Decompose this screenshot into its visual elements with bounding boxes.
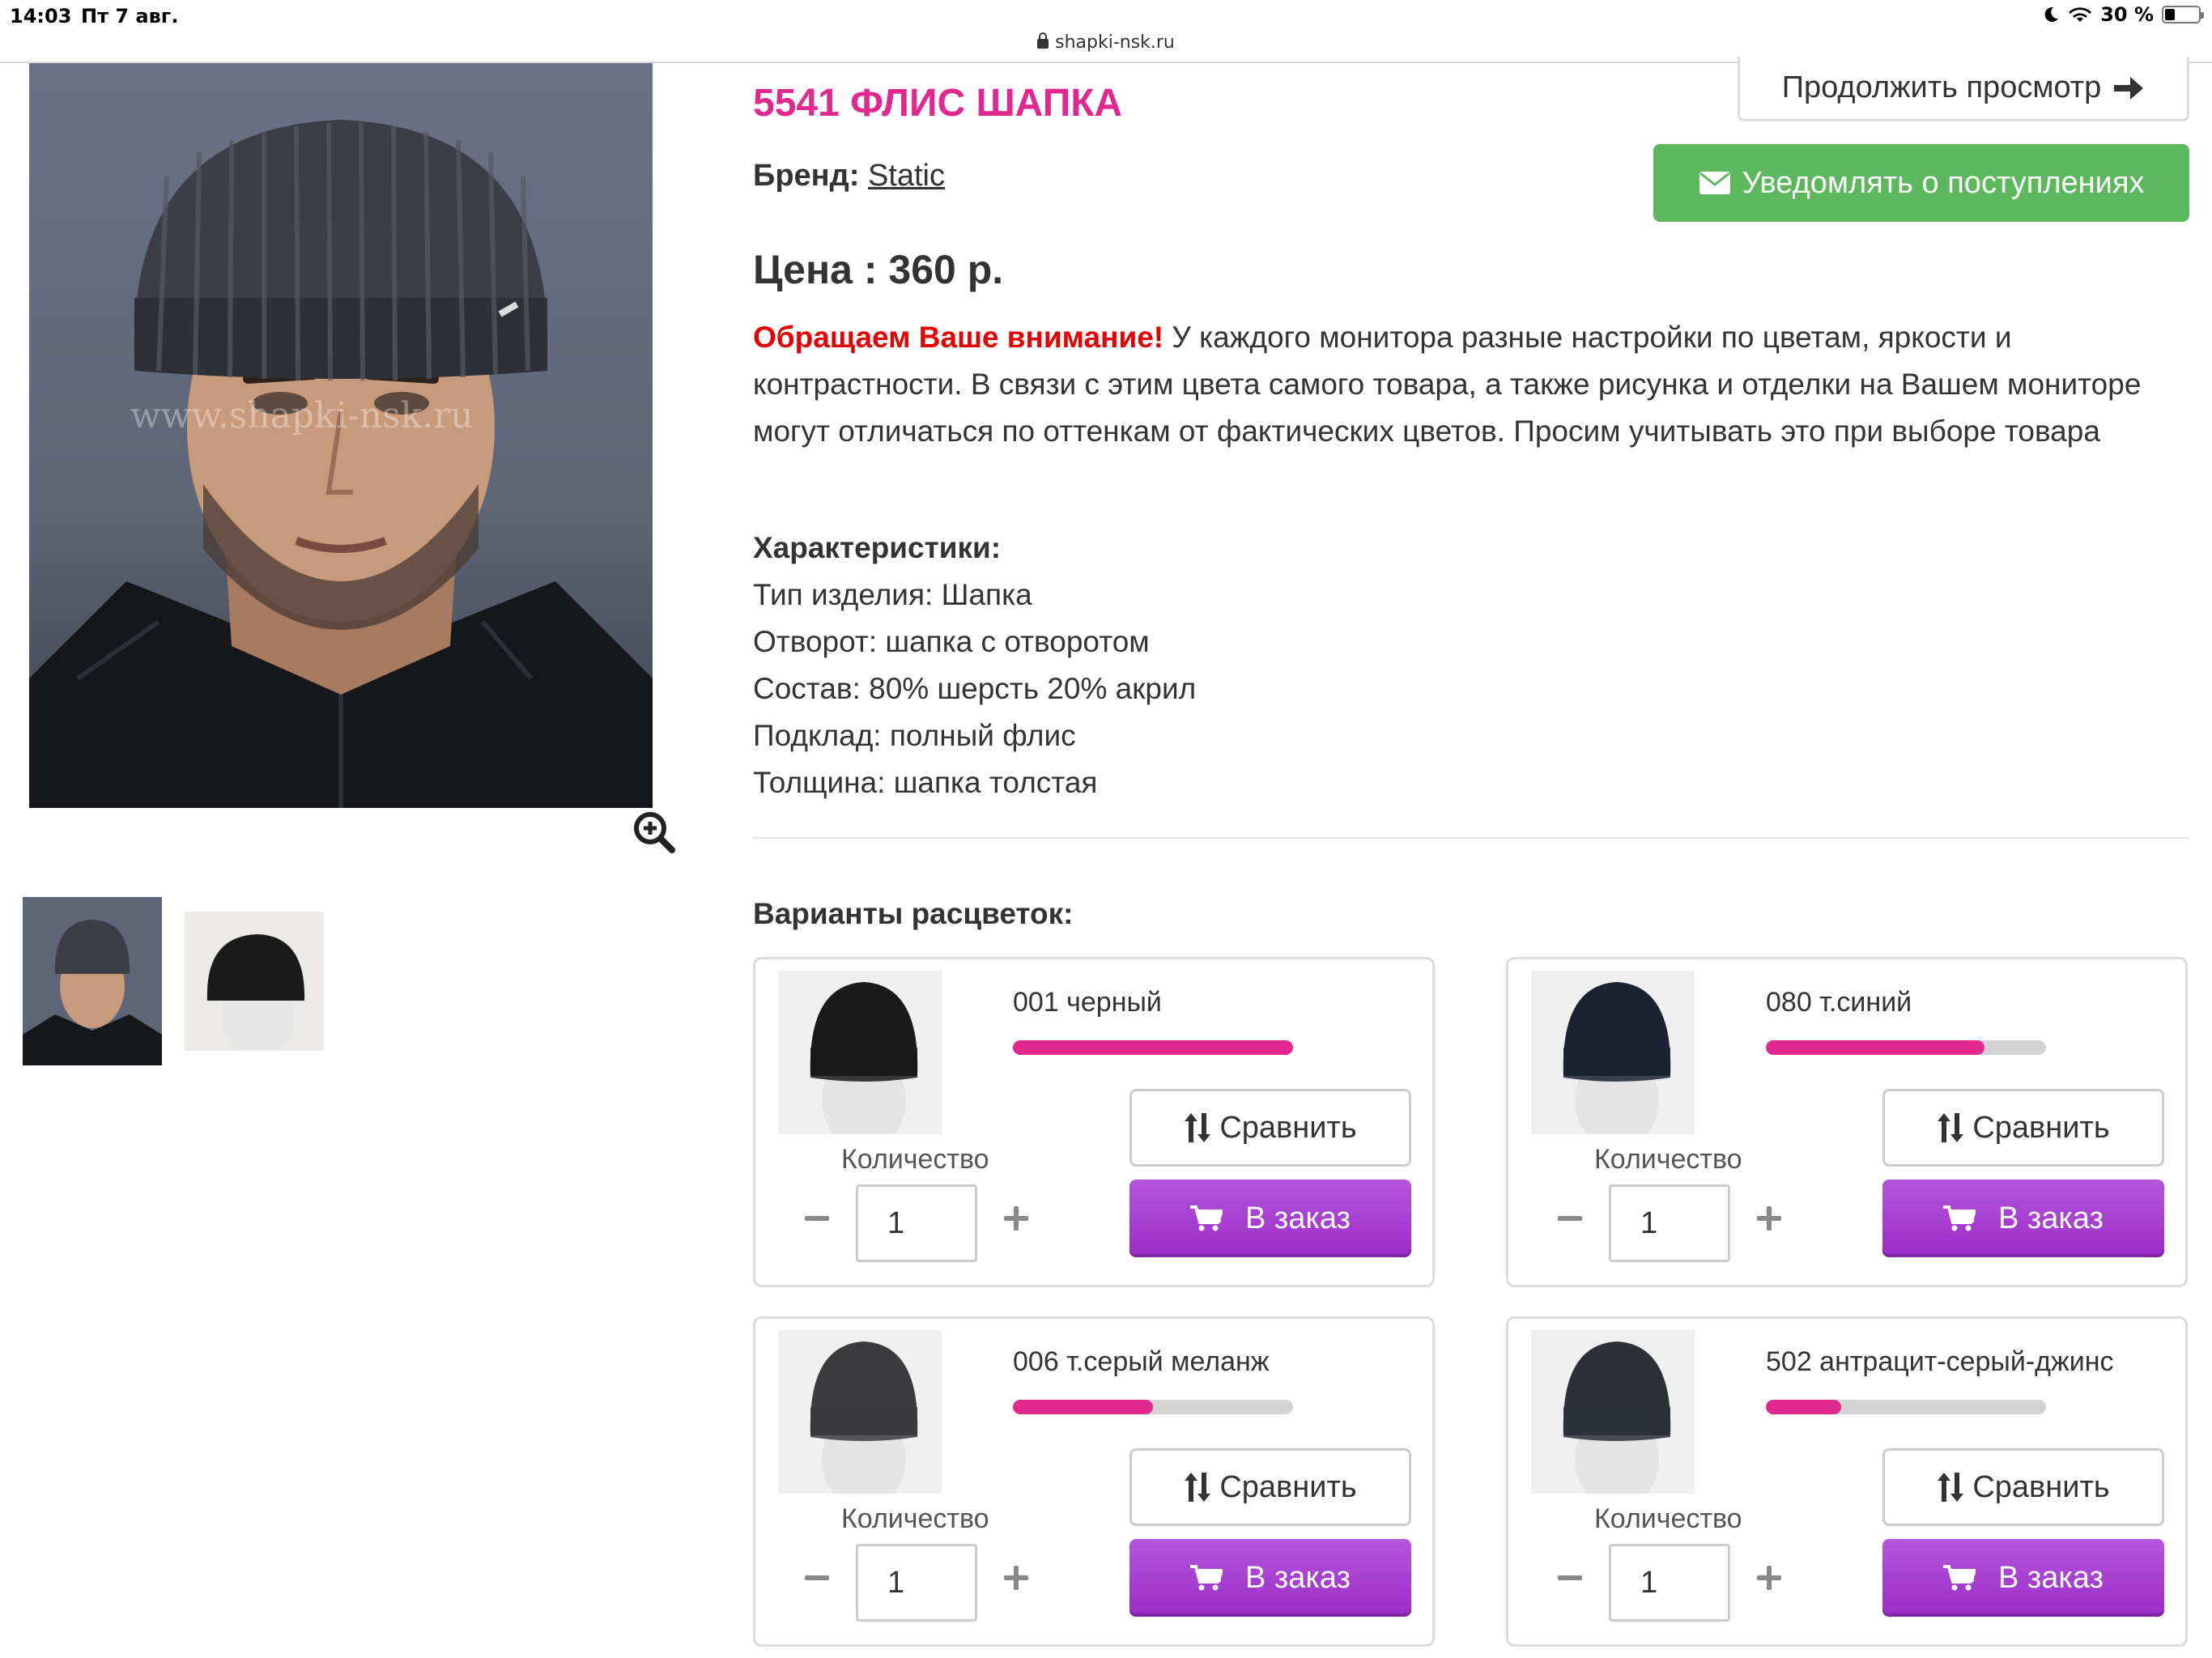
order-label: В заказ <box>1244 1560 1351 1595</box>
stock-bar <box>1766 1040 2046 1055</box>
compare-label: Сравнить <box>1972 1110 2110 1145</box>
sort-arrows-icon <box>1185 1113 1211 1142</box>
quantity-decrease-button[interactable] <box>1554 1202 1586 1235</box>
thumbnail-hat[interactable] <box>185 912 324 1051</box>
stock-bar-fill <box>1766 1400 1842 1414</box>
zoom-in-icon[interactable] <box>632 810 677 855</box>
variants-heading: Варианты расцветок: <box>753 897 1074 930</box>
battery-icon <box>2162 6 2204 23</box>
quantity-increase-button[interactable] <box>1000 1202 1032 1235</box>
thumbnail-model[interactable] <box>23 897 162 1065</box>
compare-button[interactable]: Сравнить <box>1882 1448 2164 1526</box>
sort-arrows-icon <box>1185 1473 1211 1502</box>
quantity-increase-button[interactable] <box>1753 1202 1785 1235</box>
lock-icon <box>1037 32 1049 49</box>
spec-item: Толщина: шапка толстая <box>753 766 1098 799</box>
status-time: 14:03 <box>10 5 72 28</box>
variant-image[interactable] <box>778 1330 942 1494</box>
quantity-input[interactable] <box>1609 1544 1730 1622</box>
quantity-label: Количество <box>1594 1144 1742 1175</box>
variant-card: 001 черный Количество Сравнить В заказ <box>753 957 1435 1287</box>
compare-button[interactable]: Сравнить <box>1129 1448 1411 1526</box>
divider <box>753 837 2189 839</box>
stock-bar-fill <box>1013 1400 1153 1414</box>
wifi-icon <box>2069 7 2092 22</box>
arrow-right-icon <box>2114 76 2144 100</box>
status-date: Пт 7 авг. <box>81 5 179 28</box>
color-notice: Обращаем Ваше внимание! У каждого монито… <box>753 314 2202 455</box>
compare-button[interactable]: Сравнить <box>1129 1089 1411 1167</box>
brand-line: Бренд: Static <box>753 159 945 193</box>
stock-bar <box>1766 1400 2046 1414</box>
product-title: 5541 ФЛИС ШАПКА <box>753 82 1123 125</box>
specs-block: Характеристики: Тип изделия: Шапка Отвор… <box>753 525 1196 806</box>
add-to-order-button[interactable]: В заказ <box>1129 1180 1411 1257</box>
stock-bar <box>1013 1040 1293 1055</box>
brand-link[interactable]: Static <box>868 159 945 193</box>
quantity-decrease-button[interactable] <box>801 1202 833 1235</box>
status-bar: 14:03 Пт 7 авг. 30 % <box>0 0 2212 32</box>
variant-name: 006 т.серый меланж <box>1013 1346 1270 1377</box>
order-label: В заказ <box>1997 1201 2104 1235</box>
notify-button[interactable]: Уведомлять о поступлениях <box>1653 144 2189 222</box>
quantity-input[interactable] <box>1609 1184 1730 1262</box>
stock-bar-fill <box>1766 1040 1984 1055</box>
quantity-increase-button[interactable] <box>1000 1562 1032 1594</box>
variant-name: 080 т.синий <box>1766 987 1912 1018</box>
order-label: В заказ <box>1244 1201 1351 1235</box>
quantity-input[interactable] <box>856 1544 977 1622</box>
cart-icon <box>1189 1205 1223 1231</box>
spec-item: Тип изделия: Шапка <box>753 578 1032 611</box>
notice-warning: Обращаем Ваше внимание! <box>753 321 1164 354</box>
variant-card: 080 т.синий Количество Сравнить В заказ <box>1506 957 2188 1287</box>
variant-name: 502 антрацит-серый-джинс <box>1766 1346 2114 1377</box>
product-main-image[interactable]: www.shapki-nsk.ru <box>29 63 653 808</box>
cart-icon <box>1942 1205 1976 1231</box>
variant-image[interactable] <box>1531 971 1695 1134</box>
spec-item: Подклад: полный флис <box>753 719 1076 752</box>
variant-card: 006 т.серый меланж Количество Сравнить В… <box>753 1316 1435 1647</box>
moon-icon <box>2044 6 2059 22</box>
brand-label: Бренд: <box>753 159 860 193</box>
envelope-icon <box>1699 172 1730 194</box>
battery-fill <box>2165 9 2175 20</box>
stock-bar-fill <box>1013 1040 1293 1055</box>
model-photo: www.shapki-nsk.ru <box>29 120 653 808</box>
order-label: В заказ <box>1997 1560 2104 1595</box>
variant-image[interactable] <box>778 971 942 1134</box>
stock-bar <box>1013 1400 1293 1414</box>
add-to-order-button[interactable]: В заказ <box>1882 1180 2164 1257</box>
url-text: shapki-nsk.ru <box>1055 32 1175 53</box>
sort-arrows-icon <box>1938 1473 1964 1502</box>
compare-button[interactable]: Сравнить <box>1882 1089 2164 1167</box>
image-watermark: www.shapki-nsk.ru <box>130 395 474 436</box>
compare-label: Сравнить <box>1972 1469 2110 1504</box>
cart-icon <box>1189 1565 1223 1591</box>
quantity-input[interactable] <box>856 1184 977 1262</box>
quantity-decrease-button[interactable] <box>1554 1562 1586 1594</box>
compare-label: Сравнить <box>1219 1110 1357 1145</box>
variant-card: 502 антрацит-серый-джинс Количество Срав… <box>1506 1316 2188 1647</box>
continue-label: Продолжить просмотр <box>1781 70 2102 104</box>
product-price: Цена : 360 р. <box>753 247 1004 292</box>
variant-name: 001 черный <box>1013 987 1162 1018</box>
spec-item: Отворот: шапка с отворотом <box>753 625 1150 658</box>
quantity-label: Количество <box>841 1503 989 1534</box>
continue-browsing-button[interactable]: Продолжить просмотр <box>1738 57 2189 121</box>
quantity-increase-button[interactable] <box>1753 1562 1785 1594</box>
compare-label: Сравнить <box>1219 1469 1357 1504</box>
cart-icon <box>1942 1565 1976 1591</box>
notify-label: Уведомлять о поступлениях <box>1742 165 2145 200</box>
quantity-decrease-button[interactable] <box>801 1562 833 1594</box>
battery-percent: 30 % <box>2100 3 2154 26</box>
add-to-order-button[interactable]: В заказ <box>1882 1539 2164 1617</box>
quantity-label: Количество <box>1594 1503 1742 1534</box>
variant-image[interactable] <box>1531 1330 1695 1494</box>
sort-arrows-icon <box>1938 1113 1964 1142</box>
specs-heading: Характеристики: <box>753 531 1002 564</box>
quantity-label: Количество <box>841 1144 989 1175</box>
add-to-order-button[interactable]: В заказ <box>1129 1539 1411 1617</box>
spec-item: Состав: 80% шерсть 20% акрил <box>753 672 1197 705</box>
status-right: 30 % <box>2042 3 2204 26</box>
